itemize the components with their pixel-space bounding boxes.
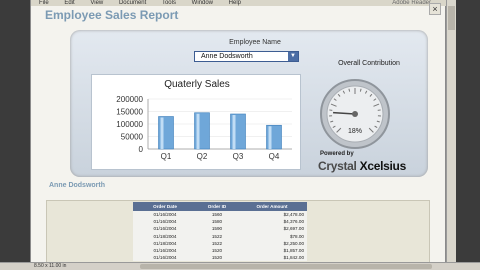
bar-highlight <box>268 126 272 149</box>
employee-select-value: Anne Dodsworth <box>201 53 253 60</box>
y-tick-label: 150000 <box>116 108 143 117</box>
employee-name-label: Employee Name <box>229 39 281 46</box>
scroll-thumb[interactable] <box>448 6 455 30</box>
menu-bar: File Edit View Document Tools Window Hel… <box>31 0 447 6</box>
gauge-tick <box>359 88 362 92</box>
x-tick-label: Q2 <box>197 152 208 161</box>
table-row: 01/16/2004 1590 $2,697.00 <box>133 225 307 233</box>
menu-document[interactable]: Document <box>119 0 146 6</box>
menu-view[interactable]: View <box>90 0 103 6</box>
table-row: 01/16/2004 1560 $2,478.00 <box>133 211 307 219</box>
menu-file[interactable]: File <box>39 0 49 6</box>
bar-highlight <box>160 117 164 149</box>
table-row: 01/18/2004 1522 $2,250.00 <box>133 239 307 247</box>
gauge-value: 18% <box>348 128 362 135</box>
menu-tools[interactable]: Tools <box>162 0 176 6</box>
bar-highlight <box>196 113 200 149</box>
y-tick-label: 0 <box>139 145 144 154</box>
report-window: File Edit View Document Tools Window Hel… <box>30 0 447 270</box>
table-row: 01/18/2004 1522 $78.00 <box>133 232 307 240</box>
menu-edit[interactable]: Edit <box>64 0 74 6</box>
page-size-readout: 8.50 x 11.00 in <box>34 263 67 269</box>
chevron-down-icon[interactable]: ▼ <box>288 52 298 61</box>
employee-section-heading: Anne Dodsworth <box>49 182 105 189</box>
bar-q1 <box>158 116 174 150</box>
x-tick-label: Q3 <box>233 152 244 161</box>
app-name: Adobe Reader <box>392 0 431 6</box>
menu-window[interactable]: Window <box>192 0 213 6</box>
col-order-id[interactable]: Order ID <box>197 202 237 211</box>
menu-help[interactable]: Help <box>229 0 241 6</box>
report-title: Employee Sales Report <box>45 8 179 22</box>
quarterly-sales-chart: Quaterly Sales 200000 150000 100000 50000 0 Q… <box>91 74 301 170</box>
x-tick-label: Q1 <box>161 152 172 161</box>
vertical-scrollbar[interactable] <box>446 0 456 262</box>
overall-contribution-label: Overall Contribution <box>338 60 400 67</box>
table-row: 01/16/2004 1520 $1,857.00 <box>133 246 307 255</box>
bar-highlight <box>232 115 236 149</box>
horizontal-scrollbar[interactable] <box>140 264 432 269</box>
col-order-amount[interactable]: Order Amount <box>237 202 307 211</box>
bar-q4 <box>266 124 282 150</box>
dashboard-panel: Employee Name Anne Dodsworth ▼ Quaterly … <box>70 30 428 177</box>
y-tick-label: 50000 <box>121 133 144 142</box>
table-row: 01/16/2004 1580 $4,376.00 <box>133 218 307 226</box>
table-row: 01/16/2004 1520 $1,842.00 <box>133 254 307 262</box>
orders-table: Order Date Order ID Order Amount 01/16/2… <box>133 202 307 262</box>
x-tick-label: Q4 <box>269 152 280 161</box>
bar-q2 <box>194 112 210 150</box>
employee-select[interactable]: Anne Dodsworth ▼ <box>194 51 299 62</box>
col-order-date[interactable]: Order Date <box>133 202 197 211</box>
bar-q3 <box>230 113 246 150</box>
close-icon[interactable]: × <box>429 3 441 15</box>
orders-table-panel: Order Date Order ID Order Amount 01/16/2… <box>46 200 430 268</box>
y-tick-label: 200000 <box>116 95 143 104</box>
y-tick-label: 100000 <box>116 120 143 129</box>
gauge-tick <box>348 88 351 92</box>
chart-svg: 200000 150000 100000 50000 0 Q1 Q2 Q3 Q4 <box>116 95 292 161</box>
crystal-xcelsius-logo: Crystal Xcelsius <box>318 159 406 173</box>
powered-by-label: Powered by <box>320 151 354 157</box>
contribution-gauge: 18% <box>320 79 390 149</box>
